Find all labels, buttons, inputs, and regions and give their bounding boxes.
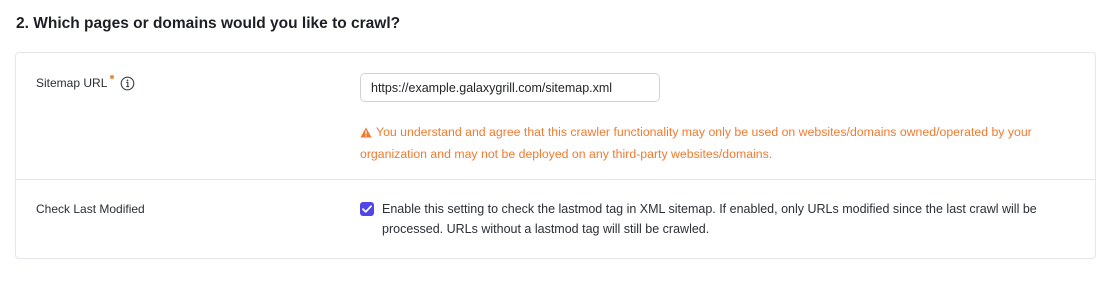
last-modified-label: Check Last Modified xyxy=(36,202,145,216)
last-modified-row: Check Last Modified Enable this setting … xyxy=(16,180,1095,258)
warning-triangle-icon xyxy=(360,124,372,144)
required-indicator xyxy=(110,75,115,79)
info-icon[interactable] xyxy=(120,76,135,91)
sitemap-label: Sitemap URL xyxy=(36,76,108,90)
sitemap-label-group: Sitemap URL xyxy=(36,75,135,91)
ownership-warning: You understand and agree that this crawl… xyxy=(360,122,1080,164)
sitemap-row: Sitemap URL You understand and agree tha… xyxy=(16,53,1095,180)
checkmark-icon xyxy=(362,205,372,213)
last-modified-description: Enable this setting to check the lastmod… xyxy=(382,202,1037,236)
check-last-modified-checkbox[interactable] xyxy=(360,202,374,216)
warning-text: You understand and agree that this crawl… xyxy=(360,125,1032,161)
sitemap-url-input[interactable] xyxy=(360,73,660,102)
section-title: 2. Which pages or domains would you like… xyxy=(16,15,401,32)
crawl-settings-card: Sitemap URL You understand and agree tha… xyxy=(15,52,1096,259)
